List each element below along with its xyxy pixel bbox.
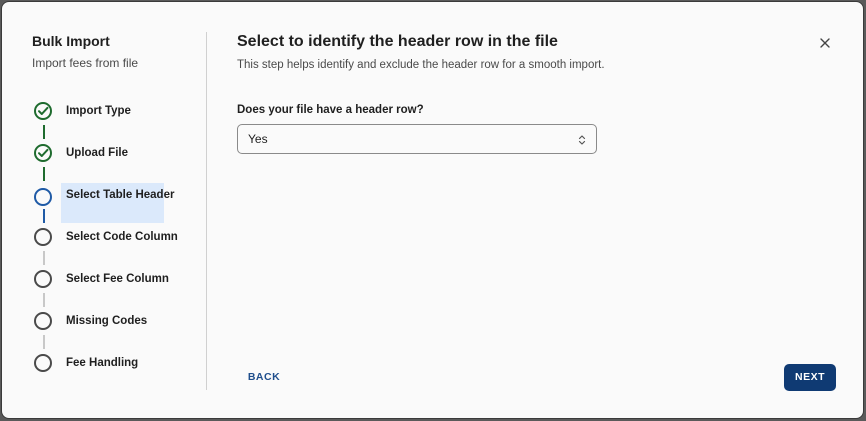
sidebar-divider: [206, 32, 207, 390]
step-pending-circle-icon: [34, 354, 52, 372]
step-label: Import Type: [66, 105, 131, 117]
next-button[interactable]: NEXT: [784, 364, 836, 391]
close-icon[interactable]: [817, 35, 833, 51]
page-title: Select to identify the header row in the…: [237, 33, 558, 50]
chevron-up-down-icon: [577, 133, 587, 145]
back-button[interactable]: BACK: [238, 366, 290, 388]
step-select-code-column: Select Code Column: [32, 217, 178, 257]
header-row-select[interactable]: Yes: [237, 124, 597, 154]
header-row-question: Does your file have a header row?: [237, 104, 424, 116]
step-label: Select Code Column: [66, 231, 178, 243]
step-label: Select Fee Column: [66, 273, 169, 285]
step-connector: [43, 167, 45, 181]
step-pending-circle-icon: [34, 312, 52, 330]
step-label: Fee Handling: [66, 357, 139, 369]
sidebar-title: Bulk Import: [32, 33, 110, 49]
step-missing-codes: Missing Codes: [32, 301, 172, 341]
page-description: This step helps identify and exclude the…: [237, 59, 605, 71]
step-label: Missing Codes: [66, 315, 148, 327]
step-label: Upload File: [66, 147, 128, 159]
check-icon: [34, 144, 52, 162]
bulk-import-dialog: Bulk Import Import fees from file Import…: [1, 1, 864, 419]
step-active-circle-icon: [34, 188, 52, 206]
check-icon: [34, 102, 52, 120]
step-pending-circle-icon: [34, 270, 52, 288]
step-import-type: Import Type: [32, 91, 172, 131]
step-fee-handling: Fee Handling: [32, 343, 172, 383]
step-pending-circle-icon: [34, 228, 52, 246]
stepper-sidebar: Bulk Import Import fees from file Import…: [2, 2, 207, 418]
header-row-select-value: Yes: [248, 132, 268, 146]
step-upload-file: Upload File: [32, 133, 172, 173]
step-select-fee-column: Select Fee Column: [32, 259, 172, 299]
sidebar-subtitle: Import fees from file: [32, 56, 139, 70]
